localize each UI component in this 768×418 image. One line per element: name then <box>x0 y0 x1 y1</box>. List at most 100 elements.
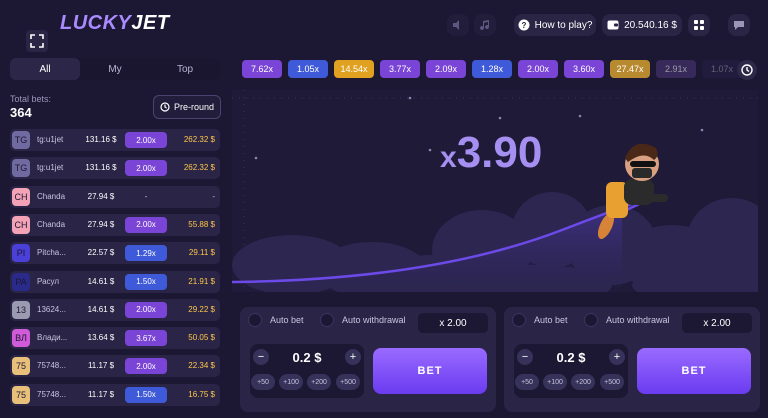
quick-add-200-button[interactable]: +200 <box>307 374 331 390</box>
bet-multiplier: 2.00x <box>125 301 167 318</box>
history-value: 2.09x <box>434 64 458 74</box>
bet-username: tg:u1jet <box>37 135 64 144</box>
quick-add-100-button[interactable]: +100 <box>279 374 303 390</box>
bet-multiplier: 1.50x <box>125 273 167 290</box>
bet-multiplier: - <box>144 192 148 202</box>
quick-add-500-button[interactable]: +500 <box>336 374 360 390</box>
quick-add-100-button[interactable]: +100 <box>543 374 567 390</box>
bet-multiplier: 2.00x <box>125 132 167 148</box>
balance-value: 20.540.16 $ <box>624 19 677 31</box>
game-area <box>232 90 758 292</box>
increase-stake-button[interactable]: + <box>609 349 625 365</box>
bet-username: Chanda <box>37 219 66 229</box>
avatar: PI <box>12 244 30 263</box>
increase-stake-button[interactable]: + <box>345 349 361 365</box>
bet-button[interactable]: BET <box>373 348 487 394</box>
music-button[interactable] <box>474 14 496 36</box>
bet-row: TG tg:u1jet 131.16 $ 2.00x 262.32 $ <box>10 129 220 151</box>
auto-bet-toggle[interactable]: Auto bet <box>512 309 568 331</box>
auto-withdrawal-multiplier-input[interactable]: x 2.00 <box>682 313 752 333</box>
bet-amount: 13.64 $ <box>87 333 115 343</box>
game-scene <box>232 90 758 292</box>
question-icon: ? <box>518 19 530 31</box>
quick-add-50-button[interactable]: +50 <box>515 374 539 390</box>
current-multiplier: x3.90 <box>440 128 542 178</box>
bet-username: Pitcha... <box>37 248 66 258</box>
avatar: CH <box>12 215 30 234</box>
sound-button[interactable] <box>447 14 469 36</box>
auto-withdrawal-label: Auto withdrawal <box>342 315 406 325</box>
history-item[interactable]: 2.09x <box>426 60 466 78</box>
bet-multiplier: 2.00x <box>125 160 167 177</box>
bet-amount: 27.94 $ <box>87 191 115 201</box>
history-item[interactable]: 3.60x <box>564 60 604 78</box>
quick-add-200-button[interactable]: +200 <box>571 374 595 390</box>
history-item[interactable]: 7.62x <box>242 60 282 78</box>
bet-amount: 22.57 $ <box>87 248 115 258</box>
music-note-icon <box>480 20 490 31</box>
logo-jet: JET <box>131 12 170 34</box>
auto-withdrawal-multiplier-input[interactable]: x 2.00 <box>418 313 488 333</box>
auto-withdrawal-toggle[interactable]: Auto withdrawal <box>584 309 670 331</box>
stake-control: − 0.2 $ + +50 +100 +200 +500 <box>514 344 628 398</box>
auto-bet-checkbox[interactable] <box>512 313 526 327</box>
history-item[interactable]: 2.91x <box>656 60 696 78</box>
bet-amount: 14.61 $ <box>87 276 115 286</box>
bet-amount: 27.94 $ <box>87 219 115 229</box>
history-item[interactable]: 2.00x <box>518 60 558 78</box>
bet-username: Chanda <box>37 191 66 201</box>
auto-withdrawal-toggle[interactable]: Auto withdrawal <box>320 309 406 331</box>
multiplier-value: 3.90 <box>456 128 543 177</box>
bet-winnings: 55.88 $ <box>188 219 215 229</box>
bet-winnings: - <box>212 191 215 201</box>
avatar: TG <box>12 159 30 178</box>
lucky-jet-logo: LUCKYJET <box>60 12 170 35</box>
history-item[interactable]: 1.28x <box>472 60 512 78</box>
bet-username: tg:u1jet <box>37 163 64 173</box>
history-button[interactable] <box>737 60 757 80</box>
bet-username: Расул <box>37 276 60 286</box>
total-bets-label: Total bets: <box>10 94 52 104</box>
avatar: 75 <box>12 385 30 404</box>
menu-button[interactable] <box>688 14 710 36</box>
history-value: 27.47x <box>616 64 644 74</box>
preround-button[interactable]: Pre-round <box>153 95 221 119</box>
auto-withdrawal-checkbox[interactable] <box>320 313 334 327</box>
bet-multiplier: 3.67x <box>125 330 167 347</box>
fullscreen-icon <box>30 34 44 48</box>
bet-row: CH Chanda 27.94 $ - - <box>10 185 220 208</box>
speaker-icon <box>453 20 459 30</box>
auto-bet-toggle[interactable]: Auto bet <box>248 309 304 331</box>
quick-add-50-button[interactable]: +50 <box>251 374 275 390</box>
bet-amount: 11.17 $ <box>87 361 115 371</box>
bet-row: 75 75748... 11.17 $ 2.00x 22.34 $ <box>10 355 220 378</box>
auto-withdrawal-checkbox[interactable] <box>584 313 598 327</box>
history-item[interactable]: 1.05x <box>288 60 328 78</box>
clock-icon <box>160 102 170 112</box>
history-value: 1.28x <box>480 64 504 74</box>
chat-icon <box>734 21 744 30</box>
tab-my[interactable]: My <box>80 58 150 80</box>
auto-bet-checkbox[interactable] <box>248 313 262 327</box>
bet-winnings: 21.91 $ <box>188 276 215 286</box>
fullscreen-button[interactable] <box>26 30 48 52</box>
svg-text:?: ? <box>521 21 526 30</box>
bet-winnings: 16.75 $ <box>188 389 215 399</box>
tab-all[interactable]: All <box>10 58 80 80</box>
history-item[interactable]: 1.07x <box>702 60 742 78</box>
bet-username: 13624... <box>37 304 66 314</box>
avatar: 75 <box>12 357 30 376</box>
history-item[interactable]: 27.47x <box>610 60 650 78</box>
how-to-play-label: How to play? <box>534 19 593 31</box>
how-to-play-button[interactable]: ? How to play? <box>514 14 596 36</box>
chat-button[interactable] <box>728 14 750 36</box>
quick-add-500-button[interactable]: +500 <box>600 374 624 390</box>
bet-winnings: 22.34 $ <box>188 361 215 371</box>
wallet-icon <box>607 20 619 30</box>
history-item[interactable]: 14.54x <box>334 60 374 78</box>
bet-winnings: 50.05 $ <box>188 333 215 343</box>
tab-top[interactable]: Top <box>150 58 220 80</box>
history-item[interactable]: 3.77x <box>380 60 420 78</box>
bet-row: 75 75748... 11.17 $ 1.50x 16.75 $ <box>10 383 220 406</box>
bet-button[interactable]: BET <box>637 348 751 394</box>
